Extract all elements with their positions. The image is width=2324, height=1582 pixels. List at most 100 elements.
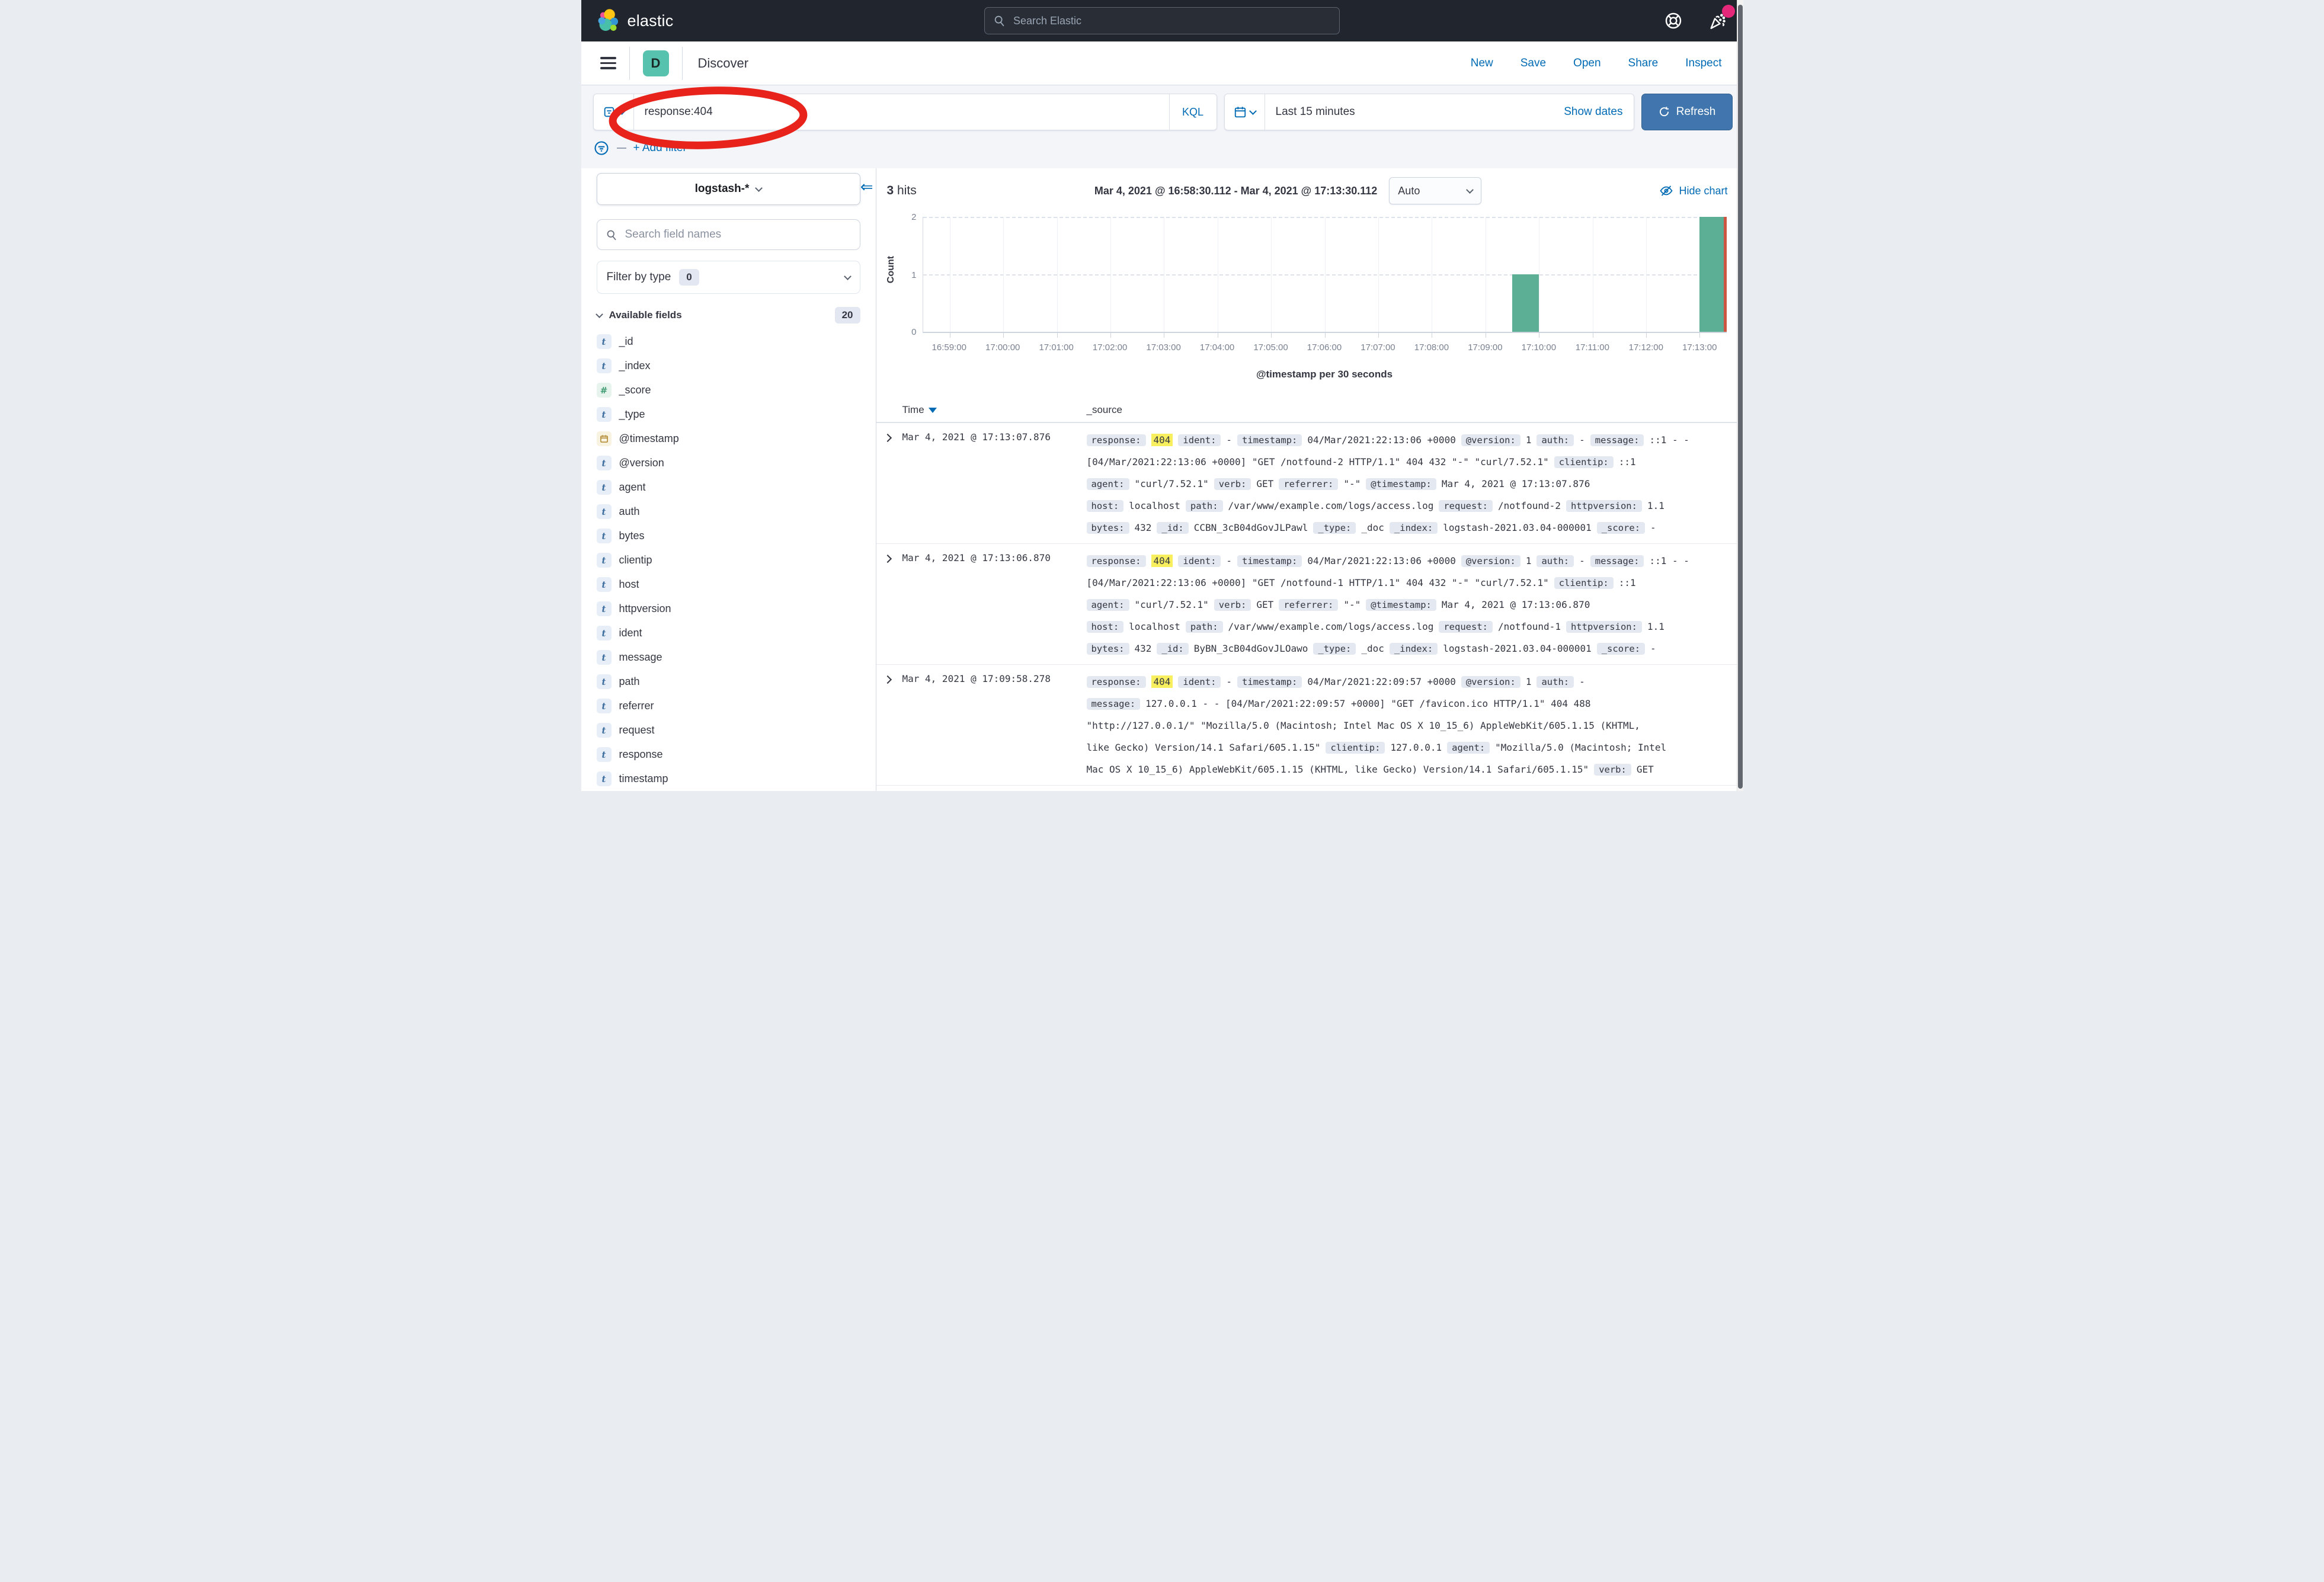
elastic-brand[interactable]: elastic [581,8,674,33]
field-item-auth[interactable]: tauth [597,499,860,524]
axis-tick [1057,333,1058,338]
field-name: message [619,651,662,664]
field-pill: timestamp: [1237,555,1302,567]
filter-divider [617,148,626,149]
global-search-box[interactable] [984,7,1340,34]
available-fields-header[interactable]: Available fields 20 [597,307,860,324]
field-item-@version[interactable]: t@version [597,451,860,475]
field-type-icon: t [597,456,612,470]
expand-row-icon[interactable] [883,555,891,563]
field-pill: auth: [1536,555,1574,567]
add-filter-button[interactable]: + Add filter [633,142,687,155]
query-language-button[interactable]: KQL [1169,94,1217,130]
field-value: _doc [1361,522,1384,533]
show-dates-button[interactable]: Show dates [1564,105,1633,119]
histogram-bar[interactable] [1699,217,1726,332]
field-name: clientip [619,554,652,566]
index-pattern-select[interactable]: logstash-* [597,173,860,205]
field-item-message[interactable]: tmessage [597,645,860,670]
time-range-value[interactable]: Last 15 minutes [1265,105,1564,119]
x-tick-label: 17:12:00 [1629,342,1663,353]
field-item-_score[interactable]: #_score [597,378,860,402]
gridline [1646,217,1647,332]
chevron-down-icon [1249,107,1257,115]
field-item-agent[interactable]: tagent [597,475,860,499]
field-pill: _score: [1597,643,1645,655]
field-pill: @timestamp: [1366,478,1436,490]
field-search-input[interactable] [625,228,860,241]
query-input[interactable]: response:404 [634,105,1169,119]
open-button[interactable]: Open [1573,57,1600,70]
field-item-path[interactable]: tpath [597,670,860,694]
share-button[interactable]: Share [1628,57,1659,70]
save-button[interactable]: Save [1520,57,1546,70]
field-pill: host: [1087,500,1124,512]
field-value: - [1650,522,1656,533]
field-value: 432 [1135,643,1152,654]
field-item-bytes[interactable]: tbytes [597,524,860,548]
field-item-timestamp[interactable]: ttimestamp [597,767,860,791]
source-line: host:localhostpath:/var/www/example.com/… [1087,495,1734,517]
field-pill: httpversion: [1566,500,1642,512]
field-list: t_idt_index#_scoret_type@timestampt@vers… [597,329,860,791]
refresh-icon [1658,106,1670,119]
doc-source: response:404ident:-timestamp:04/Mar/2021… [1087,429,1734,539]
filter-by-type-select[interactable]: Filter by type 0 [597,261,860,294]
menu-hamburger-icon[interactable] [600,57,616,69]
date-picker: Last 15 minutes Show dates [1224,94,1634,130]
new-button[interactable]: New [1471,57,1493,70]
saved-query-menu-button[interactable] [594,94,634,130]
field-value: "curl/7.52.1" [1135,599,1209,610]
x-tick-label: 17:05:00 [1253,342,1288,353]
field-item-@timestamp[interactable]: @timestamp [597,427,860,451]
field-value: Mar 4, 2021 @ 17:13:07.876 [1442,478,1590,489]
field-item-ident[interactable]: tident [597,621,860,645]
hits-count: 3 hits [887,184,917,198]
table-header: Time _source [876,402,1743,423]
field-pill: _score: [1597,522,1645,534]
field-value: - [1579,676,1585,687]
time-column-header[interactable]: Time [902,404,937,416]
field-search-box[interactable] [597,219,860,250]
vertical-scrollbar[interactable] [1737,0,1743,791]
field-type-icon: t [597,334,612,349]
notification-dot [1722,5,1735,18]
field-value: /notfound-1 [1498,621,1561,632]
scrollbar-thumb[interactable] [1738,5,1743,789]
results-main: 3 hits Mar 4, 2021 @ 16:58:30.112 - Mar … [876,168,1743,791]
chevron-down-icon [618,107,626,115]
expand-row-icon[interactable] [883,434,891,442]
field-item-request[interactable]: trequest [597,718,860,742]
calendar-menu-button[interactable] [1225,94,1265,130]
inspect-button[interactable]: Inspect [1685,57,1721,70]
field-value: GET [1637,764,1654,775]
field-pill: timestamp: [1237,676,1302,688]
news-party-icon[interactable] [1708,11,1728,31]
collapse-sidebar-icon[interactable]: ⇐ [860,179,873,194]
plot-area[interactable] [923,217,1727,333]
field-item-_type[interactable]: t_type [597,402,860,427]
field-item-response[interactable]: tresponse [597,742,860,767]
field-pill: request: [1439,621,1493,633]
refresh-button[interactable]: Refresh [1641,94,1733,130]
gridline [1003,217,1004,332]
field-item-_index[interactable]: t_index [597,354,860,378]
source-line: agent:"curl/7.52.1"verb:GETreferrer:"-"@… [1087,473,1734,495]
expand-row-icon[interactable] [883,675,891,684]
discover-app-badge[interactable]: D [643,50,669,76]
axis-tick [1271,333,1272,338]
field-item-referrer[interactable]: treferrer [597,694,860,718]
field-item-host[interactable]: thost [597,572,860,597]
help-icon[interactable] [1664,11,1683,30]
histogram-bar[interactable] [1512,274,1539,332]
filter-icon[interactable] [593,140,610,156]
interval-select[interactable]: Auto [1389,177,1481,204]
field-item-_id[interactable]: t_id [597,329,860,354]
global-search-input[interactable] [1013,15,1339,27]
field-value: 1.1 [1647,500,1664,511]
field-item-clientip[interactable]: tclientip [597,548,860,572]
field-type-icon: t [597,407,612,422]
field-pill: _id: [1157,643,1188,655]
hide-chart-button[interactable]: Hide chart [1659,184,1727,198]
field-item-httpversion[interactable]: thttpversion [597,597,860,621]
